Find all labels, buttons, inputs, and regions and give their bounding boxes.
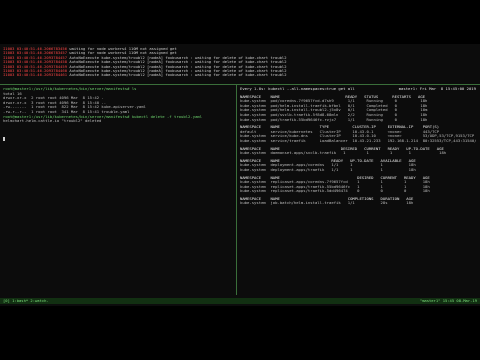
watch-timestamp: master1: Fri Mar 8 15:45:00 2019 [398, 87, 476, 91]
shell-pane[interactable]: root@master1:/usr/lib/kubernetes/bin/ser… [3, 87, 233, 147]
log-timestamp: I1003 03:40:51.46.2093784459 [3, 64, 68, 69]
log-message: AutoNoExecute kube-system/troubl2 [nodeA… [69, 73, 287, 78]
log-message: AutoNoExecute kube-system/troubl2 [nodeA… [69, 68, 287, 73]
window-list[interactable]: [0] 1:bash* 2:watch- [3, 298, 49, 304]
log-message: waiting for node workers4 110M not assig… [69, 51, 177, 56]
log-timestamp: I1003 03:40:51.46.2093784460 [3, 68, 68, 73]
log-message: waiting for node workers4 110M not assig… [69, 47, 177, 51]
watch-line: kube-system service/traefik LoadBalancer… [240, 138, 476, 143]
log-message: AutoNoExecute kube-system/troubl2 [nodeA… [69, 60, 287, 65]
pane-divider-vertical[interactable] [236, 85, 237, 295]
cursor-block [3, 136, 5, 141]
watch-command: Every 1.0s: kubectl --all-namespaces=tru… [240, 87, 355, 91]
log-pane[interactable]: I1003 03:40:51.46.2066783456 waiting for… [3, 47, 477, 78]
pane-divider-horizontal[interactable] [0, 84, 480, 85]
tmux-status-bar[interactable]: [0] 1:bash* 2:watch- "master1" 15:45 08-… [0, 298, 480, 304]
log-line: I1003 03:40:51.46.2093784461 AutoNoExecu… [3, 73, 477, 77]
log-timestamp: I1003 03:40:51.46.2093784457 [3, 55, 68, 60]
watch-line: kube-system job.batch/helm-install-traef… [240, 201, 414, 206]
log-timestamp: I1003 03:40:51.46.2093784458 [3, 60, 68, 65]
host-clock: "master1" 15:45 08-Mar-19 [419, 298, 477, 303]
log-message: AutoNoExecute kube-system/troubl2 [nodeA… [69, 55, 287, 60]
screen: I1003 03:40:51.46.2066783456 waiting for… [0, 0, 480, 360]
log-timestamp: I1003 03:40:51.46.2066783456 [3, 47, 68, 51]
watch-pane[interactable]: Every 1.0s: kubectl --all-namespaces=tru… [240, 87, 476, 206]
log-timestamp: I1003 03:40:51.46.2066783457 [3, 51, 68, 56]
log-message: AutoNoExecute kube-system/troubl2 [nodeA… [69, 64, 287, 69]
log-timestamp: I1003 03:40:51.46.2093784461 [3, 73, 68, 78]
watch-line: kube-system daemonset.apps/svclb-traefik… [240, 151, 447, 156]
